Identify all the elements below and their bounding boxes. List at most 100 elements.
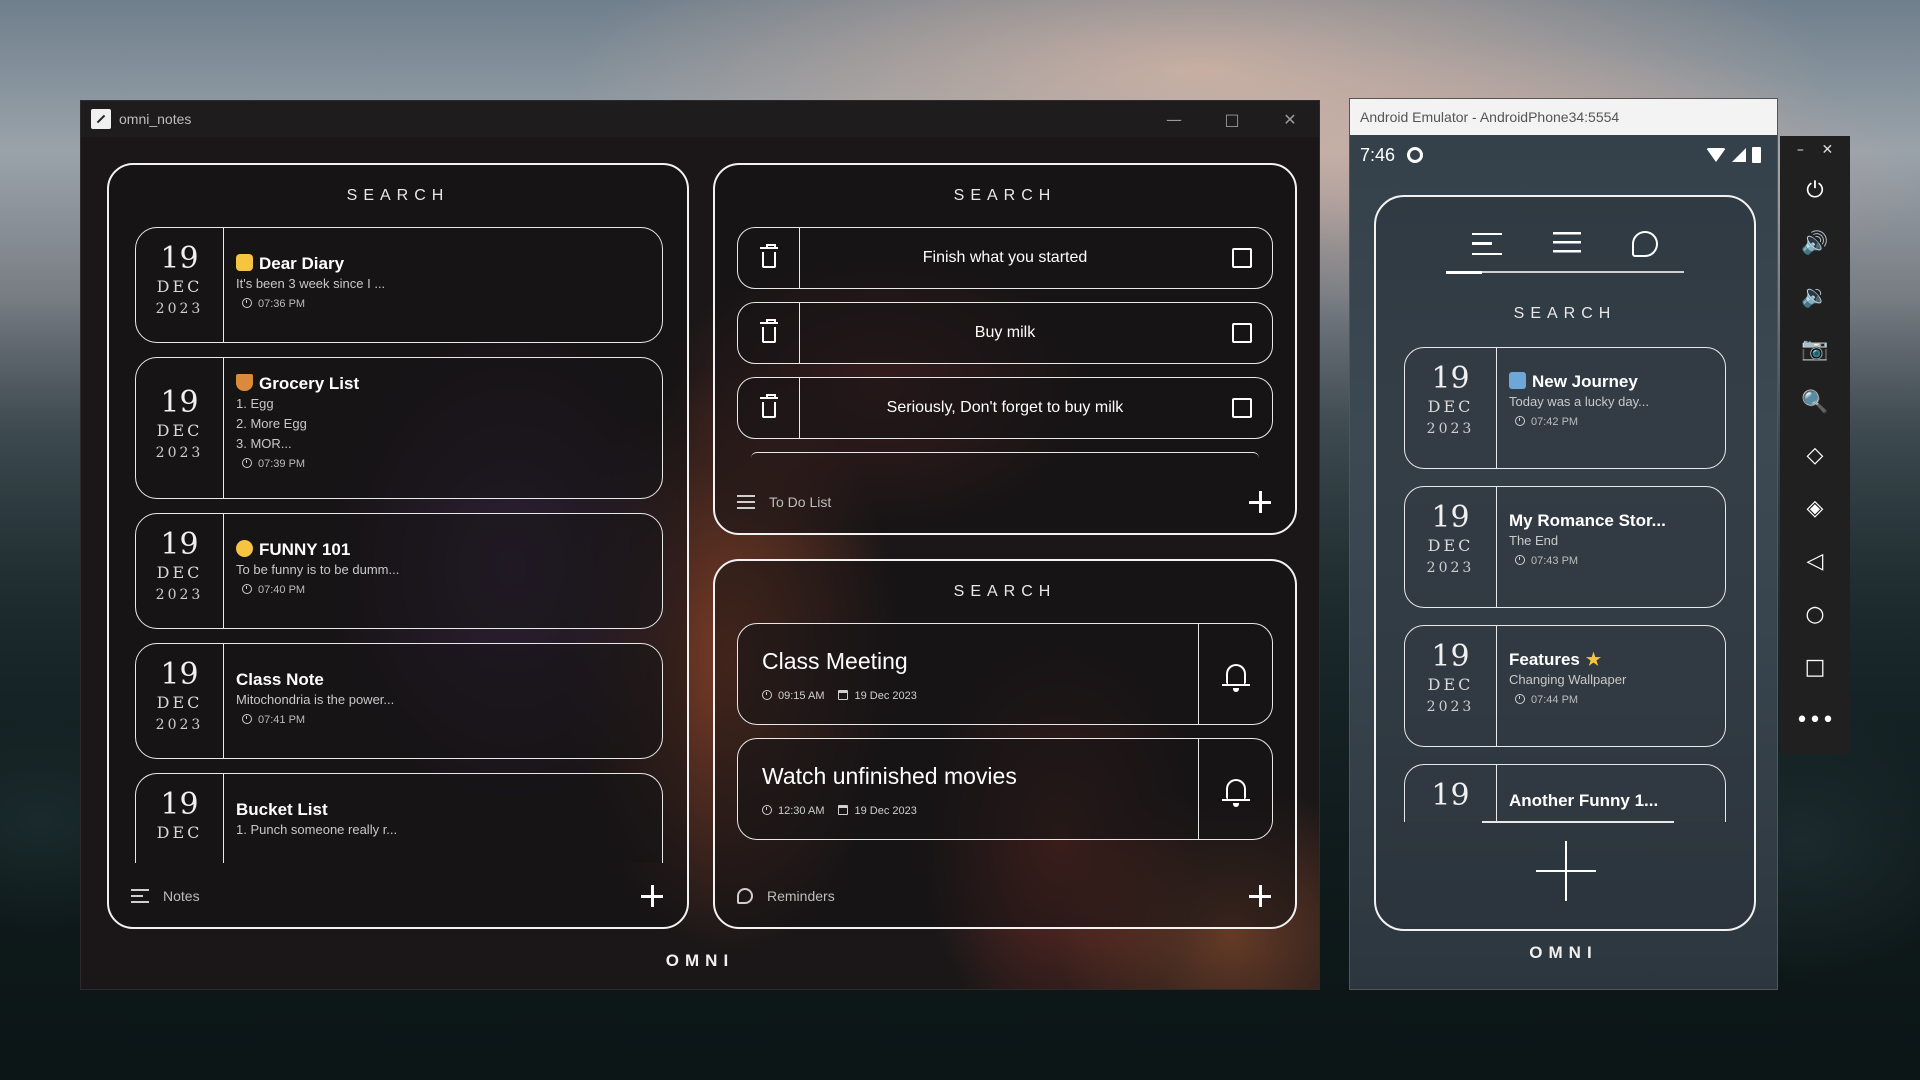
phone-note-card[interactable]: 19 DEC 2023 Features ★ Changing Wallpaper… <box>1404 625 1726 747</box>
grin-emoji-icon <box>236 540 253 557</box>
todo-item[interactable]: Finish what you started <box>737 227 1273 289</box>
volume-up-icon[interactable]: 🔊 <box>1780 217 1850 270</box>
add-note-button[interactable] <box>639 883 665 909</box>
todo-item[interactable]: Seriously, Don't forget to buy milk <box>737 377 1273 439</box>
delete-todo-button[interactable] <box>738 303 800 363</box>
note-year: 2023 <box>155 301 204 317</box>
android-emulator-window: Android Emulator - AndroidPhone34:5554 7… <box>1349 98 1778 990</box>
volume-down-icon[interactable]: 🔉 <box>1780 270 1850 323</box>
rotate-left-icon[interactable]: ◇ <box>1780 429 1850 482</box>
rotate-right-icon[interactable]: ◈ <box>1780 482 1850 535</box>
delete-todo-button[interactable] <box>738 228 800 288</box>
phone-note-card[interactable]: 19 DEC 2023 My Romance Stor... The End 0… <box>1404 486 1726 608</box>
emulator-titlebar[interactable]: Android Emulator - AndroidPhone34:5554 <box>1350 99 1777 135</box>
reminders-panel: SEARCH Class Meeting 09:15 AM 19 Dec 2023… <box>713 559 1297 929</box>
reminder-item[interactable]: Watch unfinished movies 12:30 AM 19 Dec 2… <box>737 738 1273 840</box>
phone-notes-panel: SEARCH 19 DEC 2023 New Journey Today was… <box>1374 195 1756 931</box>
note-title: Another Funny 1... <box>1509 791 1659 810</box>
trash-icon <box>759 394 778 418</box>
note-time: 07:40 PM <box>258 584 306 596</box>
reminder-alarm-button[interactable] <box>1198 624 1272 724</box>
note-title: New Journey <box>1532 372 1638 391</box>
note-date: 19 DEC 2023 <box>136 358 224 498</box>
clock-icon <box>1515 416 1525 426</box>
add-todo-button[interactable] <box>1247 489 1273 515</box>
todo-item-partial <box>751 452 1259 458</box>
reminders-search[interactable]: SEARCH <box>715 583 1295 601</box>
clock-icon <box>242 584 252 594</box>
emulator-side-toolbar: – ✕ ⏻ 🔊 🔉 📷 🔍 ◇ ◈ ◁ ○ □ ••• <box>1780 136 1850 754</box>
note-day: 19 <box>160 527 199 562</box>
todo-checkbox[interactable] <box>1232 248 1252 268</box>
clock-icon <box>762 805 772 815</box>
notes-tab-icon[interactable] <box>1471 233 1502 255</box>
note-time: 07:41 PM <box>258 714 306 726</box>
todo-checkbox[interactable] <box>1232 398 1252 418</box>
star-icon: ★ <box>1585 650 1602 669</box>
notes-panel: SEARCH 19 DEC 2023 Dear Diary It's been … <box>107 163 689 929</box>
emulator-minimize-button[interactable]: – <box>1797 142 1804 158</box>
note-card[interactable]: 19 DEC Bucket List 1. Punch someone real… <box>135 773 663 863</box>
bell-icon <box>1221 664 1250 692</box>
note-title: Class Note <box>236 670 324 689</box>
delete-todo-button[interactable] <box>738 378 800 438</box>
todo-tab-icon[interactable] <box>1552 232 1581 256</box>
camera-icon[interactable]: 📷 <box>1780 323 1850 376</box>
back-icon[interactable]: ◁ <box>1780 535 1850 588</box>
note-preview-line: 1. Egg <box>236 396 274 411</box>
note-title: Features <box>1509 650 1580 669</box>
window-titlebar[interactable]: omni_notes — □ ✕ <box>81 101 1319 137</box>
reminder-date: 19 Dec 2023 <box>854 805 917 817</box>
clock-icon <box>1515 555 1525 565</box>
close-button[interactable]: ✕ <box>1261 101 1319 137</box>
reminders-tab-icon[interactable] <box>1632 231 1659 257</box>
maximize-button[interactable]: □ <box>1203 101 1261 137</box>
todo-text: Finish what you started <box>922 249 1088 266</box>
note-preview: To be funny is to be dumm... <box>236 562 400 577</box>
home-icon[interactable]: ○ <box>1780 588 1850 641</box>
bell-icon <box>1221 779 1250 807</box>
add-reminder-button[interactable] <box>1247 883 1273 909</box>
todo-footer-label: To Do List <box>769 494 832 510</box>
power-icon[interactable]: ⏻ <box>1780 164 1850 217</box>
note-year: 2023 <box>1426 699 1475 715</box>
add-note-button[interactable] <box>1536 841 1596 901</box>
emulator-close-button[interactable]: ✕ <box>1821 142 1833 158</box>
todo-search[interactable]: SEARCH <box>715 187 1295 205</box>
phone-search[interactable]: SEARCH <box>1376 305 1754 323</box>
overview-icon[interactable]: □ <box>1780 641 1850 694</box>
note-year: 2023 <box>1426 421 1475 437</box>
todo-checkbox[interactable] <box>1232 323 1252 343</box>
phone-note-card[interactable]: 19 DEC 2023 New Journey Today was a luck… <box>1404 347 1726 469</box>
phone-screen: 7:46 SEARCH 19 DEC 2023 New Journey Toda… <box>1350 135 1777 989</box>
minimize-button[interactable]: — <box>1145 101 1203 137</box>
clock-icon <box>762 690 772 700</box>
todo-list-icon <box>737 495 755 509</box>
note-preview-line: 2. More Egg <box>236 416 307 431</box>
note-preview: The End <box>1509 533 1559 548</box>
phone-note-card[interactable]: 19 Another Funny 1... <box>1404 764 1726 822</box>
reminder-item[interactable]: Class Meeting 09:15 AM 19 Dec 2023 <box>737 623 1273 725</box>
note-preview: Today was a lucky day... <box>1509 394 1649 409</box>
note-title: Dear Diary <box>259 254 345 273</box>
more-icon[interactable]: ••• <box>1780 694 1850 747</box>
note-card[interactable]: 19 DEC 2023 Grocery List 1. Egg 2. More … <box>135 357 663 499</box>
phone-brand-label: OMNI <box>1529 943 1598 962</box>
reminder-date: 19 Dec 2023 <box>854 690 917 702</box>
todo-text: Seriously, Don't forget to buy milk <box>886 399 1124 416</box>
note-time: 07:44 PM <box>1531 694 1579 706</box>
emulator-title: Android Emulator - AndroidPhone34:5554 <box>1360 109 1620 125</box>
notes-footer-label: Notes <box>163 888 200 904</box>
note-date: 19 DEC 2023 <box>136 228 224 342</box>
notes-search[interactable]: SEARCH <box>109 187 687 205</box>
note-day: 19 <box>1431 500 1470 535</box>
trash-icon <box>759 319 778 343</box>
omni-notes-window: omni_notes — □ ✕ SEARCH 19 DEC 2023 Dear… <box>80 100 1320 990</box>
todo-panel: SEARCH Finish what you started Buy milk … <box>713 163 1297 535</box>
reminder-alarm-button[interactable] <box>1198 739 1272 839</box>
note-card[interactable]: 19 DEC 2023 Dear Diary It's been 3 week … <box>135 227 663 343</box>
note-card[interactable]: 19 DEC 2023 Class Note Mitochondria is t… <box>135 643 663 759</box>
zoom-icon[interactable]: 🔍 <box>1780 376 1850 429</box>
todo-item[interactable]: Buy milk <box>737 302 1273 364</box>
note-card[interactable]: 19 DEC 2023 FUNNY 101 To be funny is to … <box>135 513 663 629</box>
